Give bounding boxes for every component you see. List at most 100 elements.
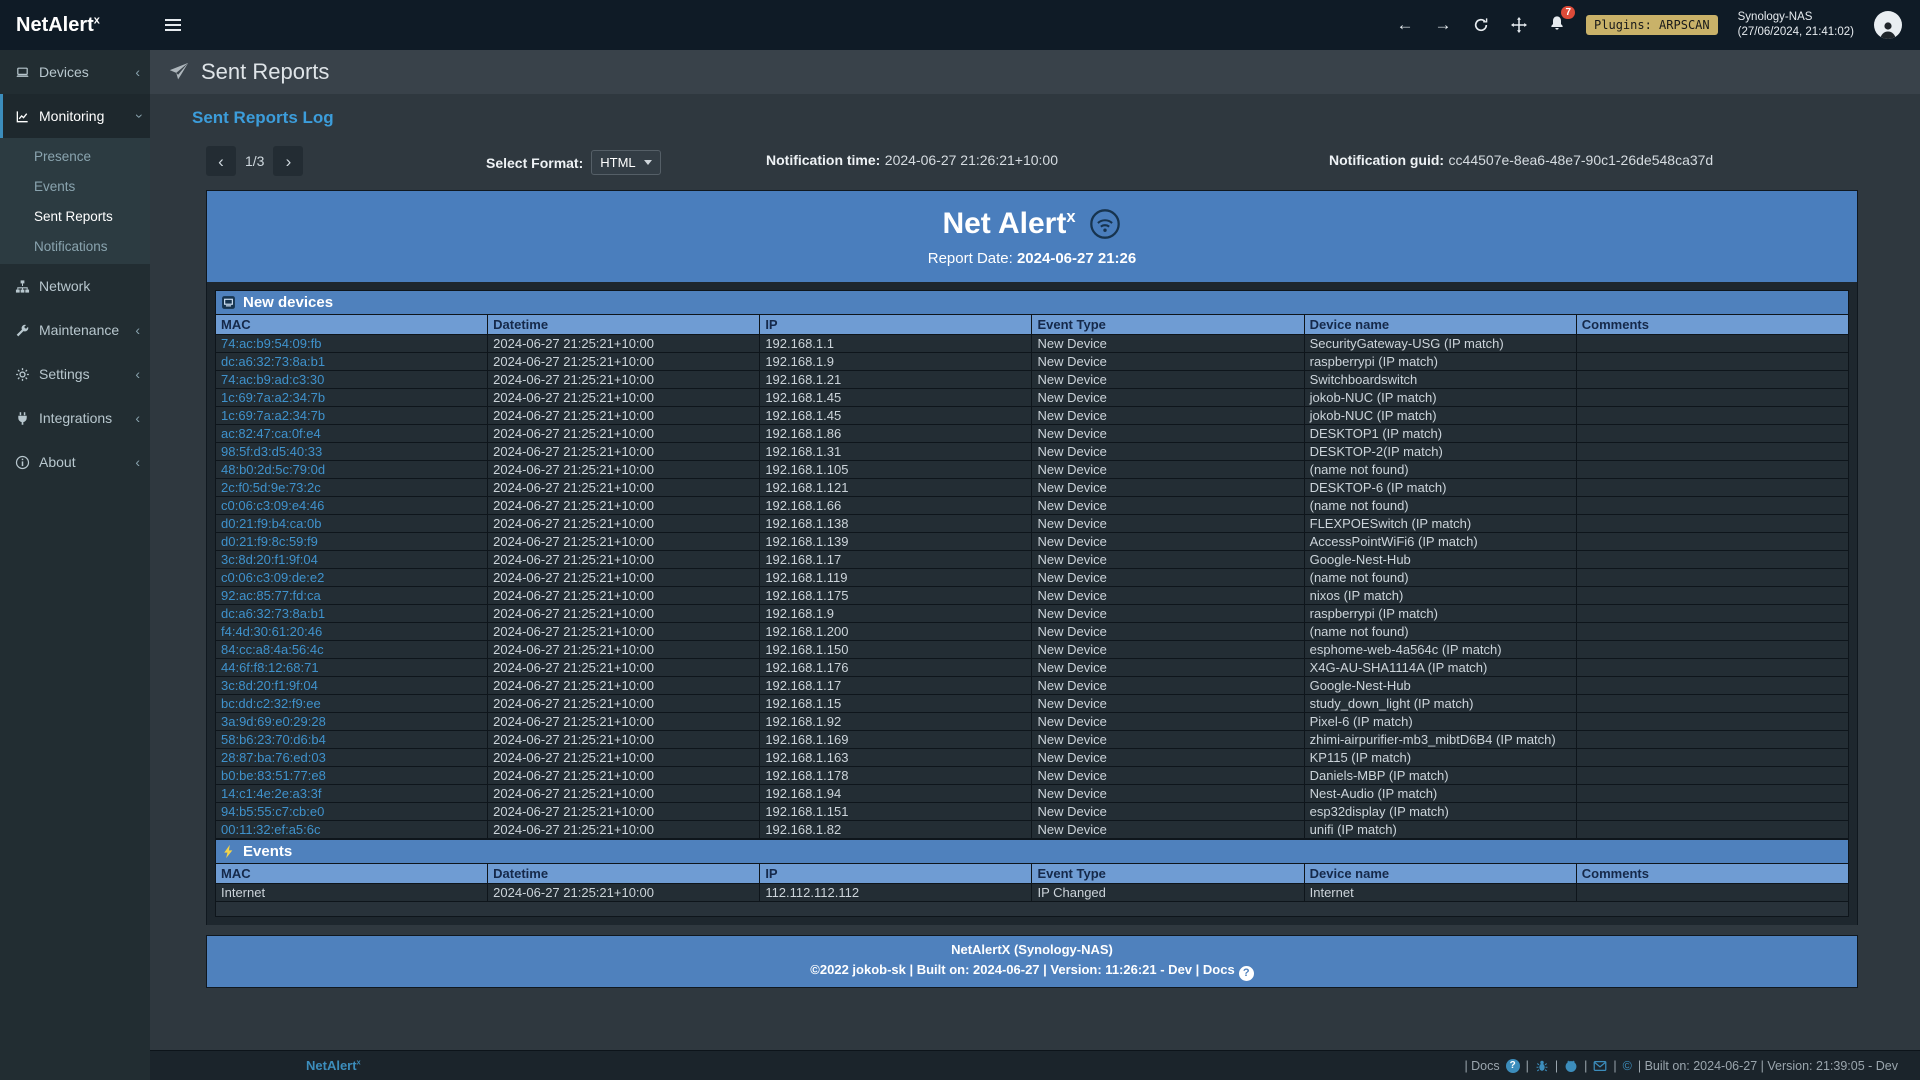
events-table: MAC Datetime IP Event Type Device name C… xyxy=(215,863,1849,917)
sidebar-item-devices[interactable]: Devices ‹ xyxy=(0,50,150,94)
sent-reports-log-link[interactable]: Sent Reports Log xyxy=(192,108,334,128)
mac-link[interactable]: 44:6f:f8:12:68:71 xyxy=(216,659,488,677)
table-cell: 192.168.1.92 xyxy=(760,713,1032,731)
notification-time: Notification time: 2024-06-27 21:26:21+1… xyxy=(766,152,1058,170)
footer-brand[interactable]: NetAlertx xyxy=(306,1058,361,1073)
bug-icon[interactable] xyxy=(1535,1059,1549,1073)
mac-link[interactable]: c0:06:c3:09:de:e2 xyxy=(216,569,488,587)
sidebar-subitem-presence[interactable]: Presence xyxy=(0,141,150,171)
refresh-icon[interactable] xyxy=(1472,16,1490,34)
table-cell xyxy=(1576,731,1848,749)
table-cell: study_down_light (IP match) xyxy=(1304,695,1576,713)
table-cell xyxy=(1576,695,1848,713)
next-page-button[interactable]: › xyxy=(273,146,303,176)
sidebar-toggle-button[interactable] xyxy=(150,0,196,50)
table-cell: New Device xyxy=(1032,785,1304,803)
mail-icon[interactable] xyxy=(1593,1059,1607,1073)
mac-link[interactable]: 84:cc:a8:4a:56:4c xyxy=(216,641,488,659)
table-cell: New Device xyxy=(1032,569,1304,587)
brand-sup: x xyxy=(94,14,100,26)
sidebar-item-monitoring[interactable]: Monitoring ‹ xyxy=(0,94,150,138)
mac-link[interactable]: d0:21:f9:b4:ca:0b xyxy=(216,515,488,533)
mac-link[interactable]: 48:b0:2d:5c:79:0d xyxy=(216,461,488,479)
events-empty xyxy=(216,902,1849,917)
col-event-type: Event Type xyxy=(1032,315,1304,335)
mac-link[interactable]: dc:a6:32:73:8a:b1 xyxy=(216,353,488,371)
table-row: 84:cc:a8:4a:56:4c2024-06-27 21:25:21+10:… xyxy=(216,641,1849,659)
chevron-left-icon: ‹ xyxy=(135,455,140,469)
new-devices-rows: 74:ac:b9:54:09:fb 2024-06-27 21:25:21+10:… xyxy=(216,335,1849,839)
mac-link[interactable]: dc:a6:32:73:8a:b1 xyxy=(216,605,488,623)
nav-back-icon[interactable]: ← xyxy=(1396,16,1414,34)
table-cell xyxy=(1576,443,1848,461)
table-cell: X4G-AU-SHA1114A (IP match) xyxy=(1304,659,1576,677)
mac-link[interactable]: 94:b5:55:c7:cb:e0 xyxy=(216,803,488,821)
nav-forward-icon[interactable]: → xyxy=(1434,16,1452,34)
sidebar-item-network[interactable]: Network xyxy=(0,264,150,308)
user-avatar[interactable] xyxy=(1874,11,1902,39)
mac-link[interactable]: 2c:f0:5d:9e:73:2c xyxy=(216,479,488,497)
app-root: NetAlertx ← → 7 Plugins: ARPSCAN Synolog… xyxy=(0,0,1920,1080)
mac-link[interactable]: 3c:8d:20:f1:9f:04 xyxy=(216,551,488,569)
pagination: ‹ 1/3 › xyxy=(206,146,303,176)
sidebar-subitem-events[interactable]: Events xyxy=(0,171,150,201)
events-head: MAC Datetime IP Event Type Device name C… xyxy=(216,864,1849,884)
table-cell: zhimi-airpurifier-mb3_mibtD6B4 (IP match… xyxy=(1304,731,1576,749)
sidebar-item-integrations[interactable]: Integrations ‹ xyxy=(0,396,150,440)
mac-link[interactable]: b0:be:83:51:77:e8 xyxy=(216,767,488,785)
table-row: 1c:69:7a:a2:34:7b2024-06-27 21:25:21+10:… xyxy=(216,407,1849,425)
table-row: 3c:8d:20:f1:9f:042024-06-27 21:25:21+10:… xyxy=(216,551,1849,569)
mac-link[interactable]: ac:82:47:ca:0f:e4 xyxy=(216,425,488,443)
mac-link[interactable]: f4:4d:30:61:20:46 xyxy=(216,623,488,641)
mac-link[interactable]: 3c:8d:20:f1:9f:04 xyxy=(216,677,488,695)
table-cell: New Device xyxy=(1032,515,1304,533)
mac-link[interactable]: 98:5f:d3:d5:40:33 xyxy=(216,443,488,461)
mac-link[interactable]: 3a:9d:69:e0:29:28 xyxy=(216,713,488,731)
sidebar-item-settings[interactable]: Settings ‹ xyxy=(0,352,150,396)
col-mac: MAC xyxy=(216,864,488,884)
table-cell: Google-Nest-Hub xyxy=(1304,551,1576,569)
events-title: Events xyxy=(243,843,292,860)
brand-logo[interactable]: NetAlertx xyxy=(0,14,150,37)
sidebar-item-maintenance[interactable]: Maintenance ‹ xyxy=(0,308,150,352)
mac-link[interactable]: 92:ac:85:77:fd:ca xyxy=(216,587,488,605)
sidebar-item-about[interactable]: About ‹ xyxy=(0,440,150,484)
copyright-icon[interactable]: © xyxy=(1623,1059,1632,1073)
move-icon[interactable] xyxy=(1510,16,1528,34)
mac-link[interactable]: c0:06:c3:09:e4:46 xyxy=(216,497,488,515)
new-devices-section-bar: New devices xyxy=(215,290,1849,314)
table-cell xyxy=(1576,389,1848,407)
table-cell: 192.168.1.119 xyxy=(760,569,1032,587)
table-cell: New Device xyxy=(1032,335,1304,353)
help-circle-icon[interactable]: ? xyxy=(1506,1059,1520,1073)
docs-help-icon[interactable]: ? xyxy=(1239,966,1254,981)
plugins-badge[interactable]: Plugins: ARPSCAN xyxy=(1586,15,1718,35)
table-cell: 2024-06-27 21:25:21+10:00 xyxy=(488,785,760,803)
table-cell: Switchboardswitch xyxy=(1304,371,1576,389)
table-cell: 2024-06-27 21:25:21+10:00 xyxy=(488,389,760,407)
table-cell: 2024-06-27 21:25:21+10:00 xyxy=(488,551,760,569)
format-select[interactable]: HTML xyxy=(591,150,660,175)
mac-link[interactable]: 74:ac:b9:ad:c3:30 xyxy=(216,371,488,389)
sidebar-subitem-sent-reports[interactable]: Sent Reports xyxy=(0,201,150,231)
notifications-bell[interactable]: 7 xyxy=(1548,14,1566,36)
mac-link[interactable]: bc:dd:c2:32:f9:ee xyxy=(216,695,488,713)
mac-link[interactable]: 14:c1:4e:2e:a3:3f xyxy=(216,785,488,803)
table-cell: Google-Nest-Hub xyxy=(1304,677,1576,695)
prev-page-button[interactable]: ‹ xyxy=(206,146,236,176)
mac-link[interactable]: 00:11:32:ef:a5:6c xyxy=(216,821,488,839)
mac-link[interactable]: 74:ac:b9:54:09:fb xyxy=(216,335,488,353)
mac-link[interactable]: 58:b6:23:70:d6:b4 xyxy=(216,731,488,749)
mac-link[interactable]: 1c:69:7a:a2:34:7b xyxy=(216,407,488,425)
format-value: HTML xyxy=(600,155,635,170)
mac-link[interactable]: 1c:69:7a:a2:34:7b xyxy=(216,389,488,407)
footer-docs-label[interactable]: | Docs xyxy=(1464,1059,1499,1073)
sidebar-subitem-notifications[interactable]: Notifications xyxy=(0,231,150,261)
table-cell: 2024-06-27 21:25:21+10:00 xyxy=(488,497,760,515)
table-cell: 192.168.1.9 xyxy=(760,353,1032,371)
table-cell xyxy=(1576,515,1848,533)
mac-link[interactable]: d0:21:f9:8c:59:f9 xyxy=(216,533,488,551)
navbar-right: ← → 7 Plugins: ARPSCAN Synology-NAS (27/… xyxy=(1396,10,1920,40)
github-icon[interactable] xyxy=(1564,1059,1578,1073)
mac-link[interactable]: 28:87:ba:76:ed:03 xyxy=(216,749,488,767)
